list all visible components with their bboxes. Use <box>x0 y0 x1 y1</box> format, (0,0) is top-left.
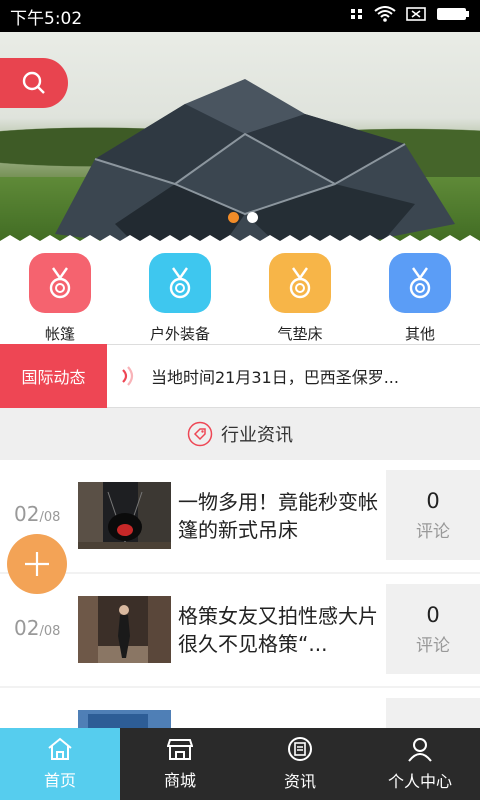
news-item[interactable]: 02/08 一物多用！竟能秒变帐篷的新式吊床 0 评论 <box>0 460 480 572</box>
tab-label: 个人中心 <box>387 772 452 791</box>
news-title: 格策女友又拍性感大片 很久不见格策“... <box>178 604 378 656</box>
carousel-indicator <box>228 212 258 223</box>
news-day: 02 <box>14 616 40 640</box>
status-bar: 下午5:02 <box>0 0 480 32</box>
wifi-icon <box>374 5 396 27</box>
shop-icon <box>167 739 193 760</box>
news-month: /08 <box>39 624 61 639</box>
notification-icon <box>350 6 364 26</box>
tab-profile[interactable]: 个人中心 <box>360 728 480 800</box>
plus-icon <box>25 552 49 576</box>
news-title: ... <box>178 716 384 728</box>
category-air-mattress[interactable]: 气垫床 <box>240 247 360 344</box>
search-icon <box>22 71 45 94</box>
ticker-headline[interactable]: 当地时间21月31日，巴西圣保罗... <box>151 364 399 388</box>
banner-zigzag-edge <box>0 235 480 247</box>
category-label: 帐篷 <box>44 325 75 343</box>
user-icon <box>408 738 432 762</box>
news-thumbnail <box>78 710 171 728</box>
news-item[interactable]: 02/08 格策女友又拍性感大片 很久不见格策“... 0 评论 <box>0 574 480 686</box>
news-thumbnail <box>78 596 171 663</box>
comment-count[interactable]: 0 评论 <box>386 470 480 560</box>
signal-off-icon <box>406 6 426 27</box>
broadcast-icon <box>122 366 134 386</box>
status-time: 下午5:02 <box>10 8 83 29</box>
tab-shop[interactable]: 商城 <box>120 728 240 800</box>
comment-number: 0 <box>426 488 440 513</box>
comment-label: 评论 <box>416 521 450 542</box>
medal-icon <box>269 253 331 313</box>
comment-number: 0 <box>426 602 440 627</box>
tab-label: 商城 <box>163 771 196 790</box>
medal-icon <box>389 253 451 313</box>
search-button[interactable] <box>0 58 68 108</box>
tab-label: 资讯 <box>283 772 316 791</box>
tab-label: 首页 <box>43 771 76 790</box>
news-day: 02 <box>14 502 40 526</box>
tab-home[interactable]: 首页 <box>0 728 120 800</box>
news-date: 02/08 <box>14 502 60 526</box>
category-tent[interactable]: 帐篷 <box>0 247 120 344</box>
status-icons <box>350 5 470 27</box>
category-outdoor-gear[interactable]: 户外装备 <box>120 247 240 344</box>
category-grid: 帐篷 户外装备 气垫床 其他 <box>0 247 480 344</box>
section-title: 行业资讯 <box>221 425 293 446</box>
add-button[interactable] <box>7 534 67 594</box>
carousel-dot-active[interactable] <box>228 212 239 223</box>
news-title: 一物多用！竟能秒变帐篷的新式吊床 <box>178 490 378 542</box>
news-ticker[interactable]: 国际动态 当地时间21月31日，巴西圣保罗... <box>0 344 480 408</box>
news-thumbnail <box>78 482 171 549</box>
news-month: /08 <box>39 510 61 525</box>
category-label: 其他 <box>404 325 435 343</box>
news-list: 02/08 一物多用！竟能秒变帐篷的新式吊床 0 评论 02/08 格策女友又拍… <box>0 460 480 728</box>
category-label: 户外装备 <box>149 325 210 343</box>
tab-news[interactable]: 资讯 <box>240 728 360 800</box>
medal-icon <box>149 253 211 313</box>
bottom-tab-bar: 首页 商城 资讯 个人中心 <box>0 728 480 800</box>
home-icon <box>48 737 72 760</box>
ticker-tag: 国际动态 <box>0 344 107 408</box>
news-item[interactable]: ... 0 <box>0 688 480 728</box>
news-date: 02/08 <box>14 616 60 640</box>
comment-count[interactable]: 0 评论 <box>386 584 480 674</box>
category-other[interactable]: 其他 <box>360 247 480 344</box>
banner-carousel[interactable] <box>0 32 480 247</box>
battery-icon <box>436 6 470 27</box>
tag-icon <box>187 421 213 447</box>
news-icon <box>288 737 312 761</box>
carousel-dot[interactable] <box>247 212 258 223</box>
category-label: 气垫床 <box>277 325 323 343</box>
section-header: 行业资讯 <box>0 408 480 460</box>
comment-count[interactable]: 0 <box>386 698 480 728</box>
comment-label: 评论 <box>416 635 450 656</box>
medal-icon <box>29 253 91 313</box>
